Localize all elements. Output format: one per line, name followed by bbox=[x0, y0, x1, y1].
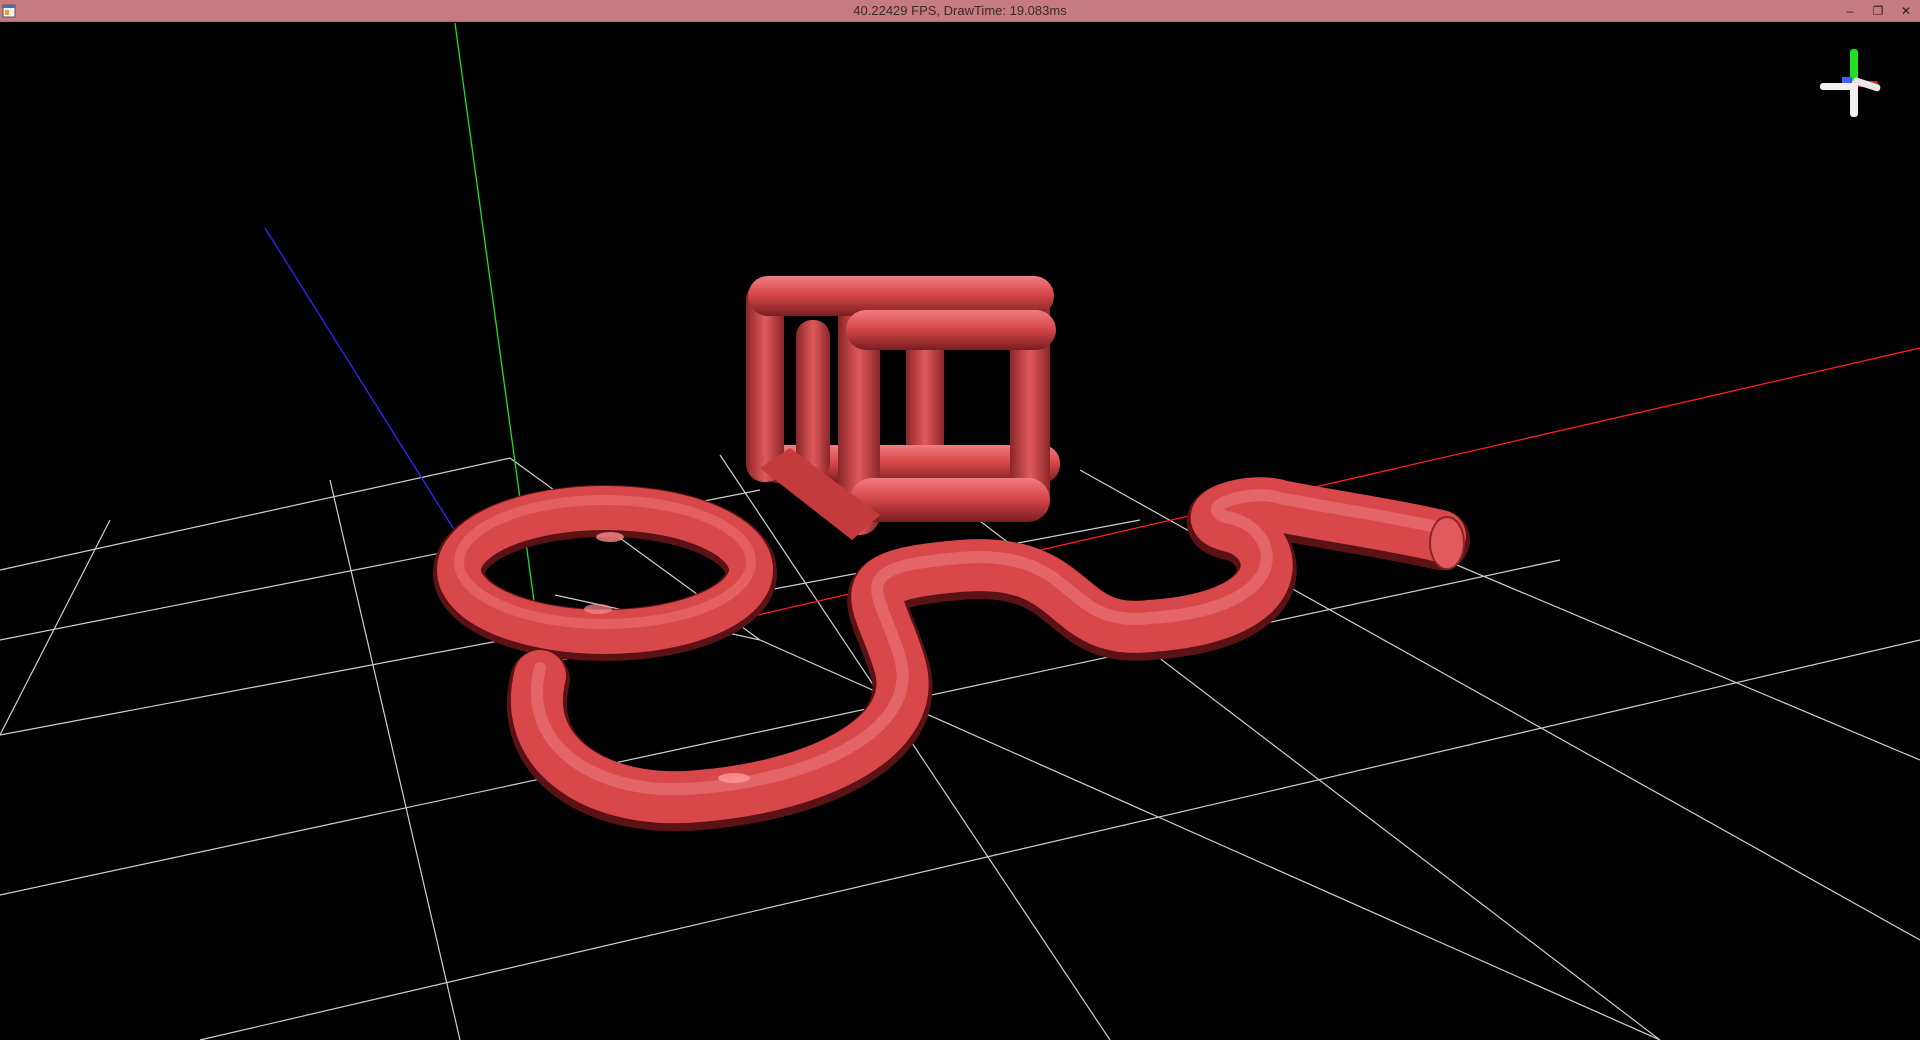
restore-button[interactable]: ❐ bbox=[1864, 0, 1892, 22]
world-axes bbox=[264, 23, 1920, 666]
scene-canvas bbox=[0, 23, 1920, 1040]
torus-ring bbox=[433, 485, 777, 661]
z-axis-line bbox=[264, 227, 471, 556]
window-controls: – ❐ ✕ bbox=[1836, 0, 1920, 22]
axis-gizmo-icon[interactable] bbox=[1820, 49, 1881, 117]
minimize-button[interactable]: – bbox=[1836, 0, 1864, 22]
close-button[interactable]: ✕ bbox=[1892, 0, 1920, 22]
3d-viewport[interactable] bbox=[0, 23, 1920, 1040]
window-titlebar[interactable]: 40.22429 FPS, DrawTime: 19.083ms – ❐ ✕ bbox=[0, 0, 1920, 22]
app-icon bbox=[2, 4, 16, 18]
window-title: 40.22429 FPS, DrawTime: 19.083ms bbox=[853, 3, 1067, 18]
wireframe-cube-tubes bbox=[746, 276, 1060, 540]
